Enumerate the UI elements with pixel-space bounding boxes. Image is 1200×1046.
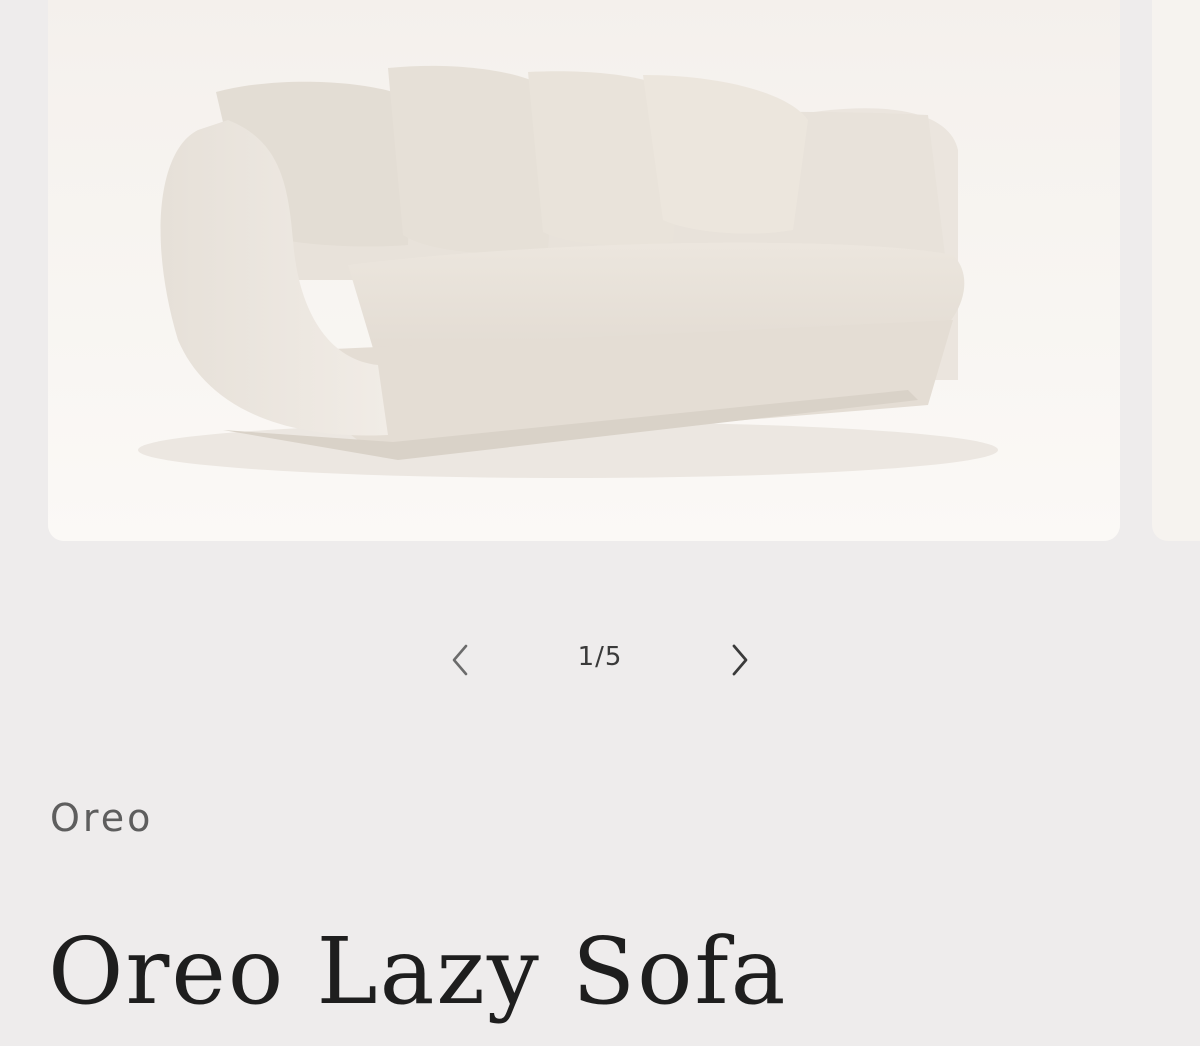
product-vendor: Oreo xyxy=(50,796,154,840)
product-page: 1/5 Oreo Oreo Lazy Sofa xyxy=(0,0,1200,1046)
product-image-slide-next[interactable] xyxy=(1152,0,1200,541)
product-title: Oreo Lazy Sofa xyxy=(48,918,788,1025)
previous-slide-button[interactable] xyxy=(440,636,480,684)
slide-counter: 1/5 xyxy=(577,642,623,672)
product-image xyxy=(48,0,1120,541)
product-media-gallery[interactable] xyxy=(0,0,1200,541)
chevron-right-icon xyxy=(732,644,748,676)
next-slide-button[interactable] xyxy=(720,636,760,684)
product-image-slide[interactable] xyxy=(48,0,1120,541)
chevron-left-icon xyxy=(452,644,468,676)
slider-pagination: 1/5 xyxy=(440,630,760,690)
